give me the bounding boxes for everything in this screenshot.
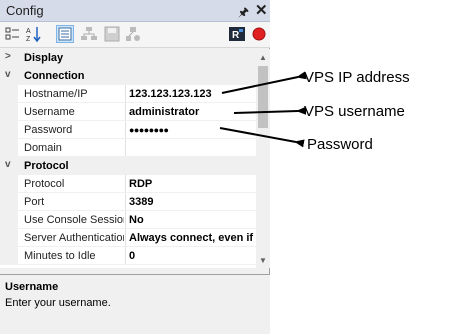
- annotation-arrows: [219, 71, 307, 148]
- arrow-username: [233, 106, 307, 115]
- callout-username: VPS username: [304, 103, 405, 120]
- callout-ip: VPS IP address: [304, 69, 410, 86]
- callout-password: Password: [307, 136, 373, 153]
- arrow-ip: [221, 71, 307, 94]
- arrow-password: [219, 127, 305, 148]
